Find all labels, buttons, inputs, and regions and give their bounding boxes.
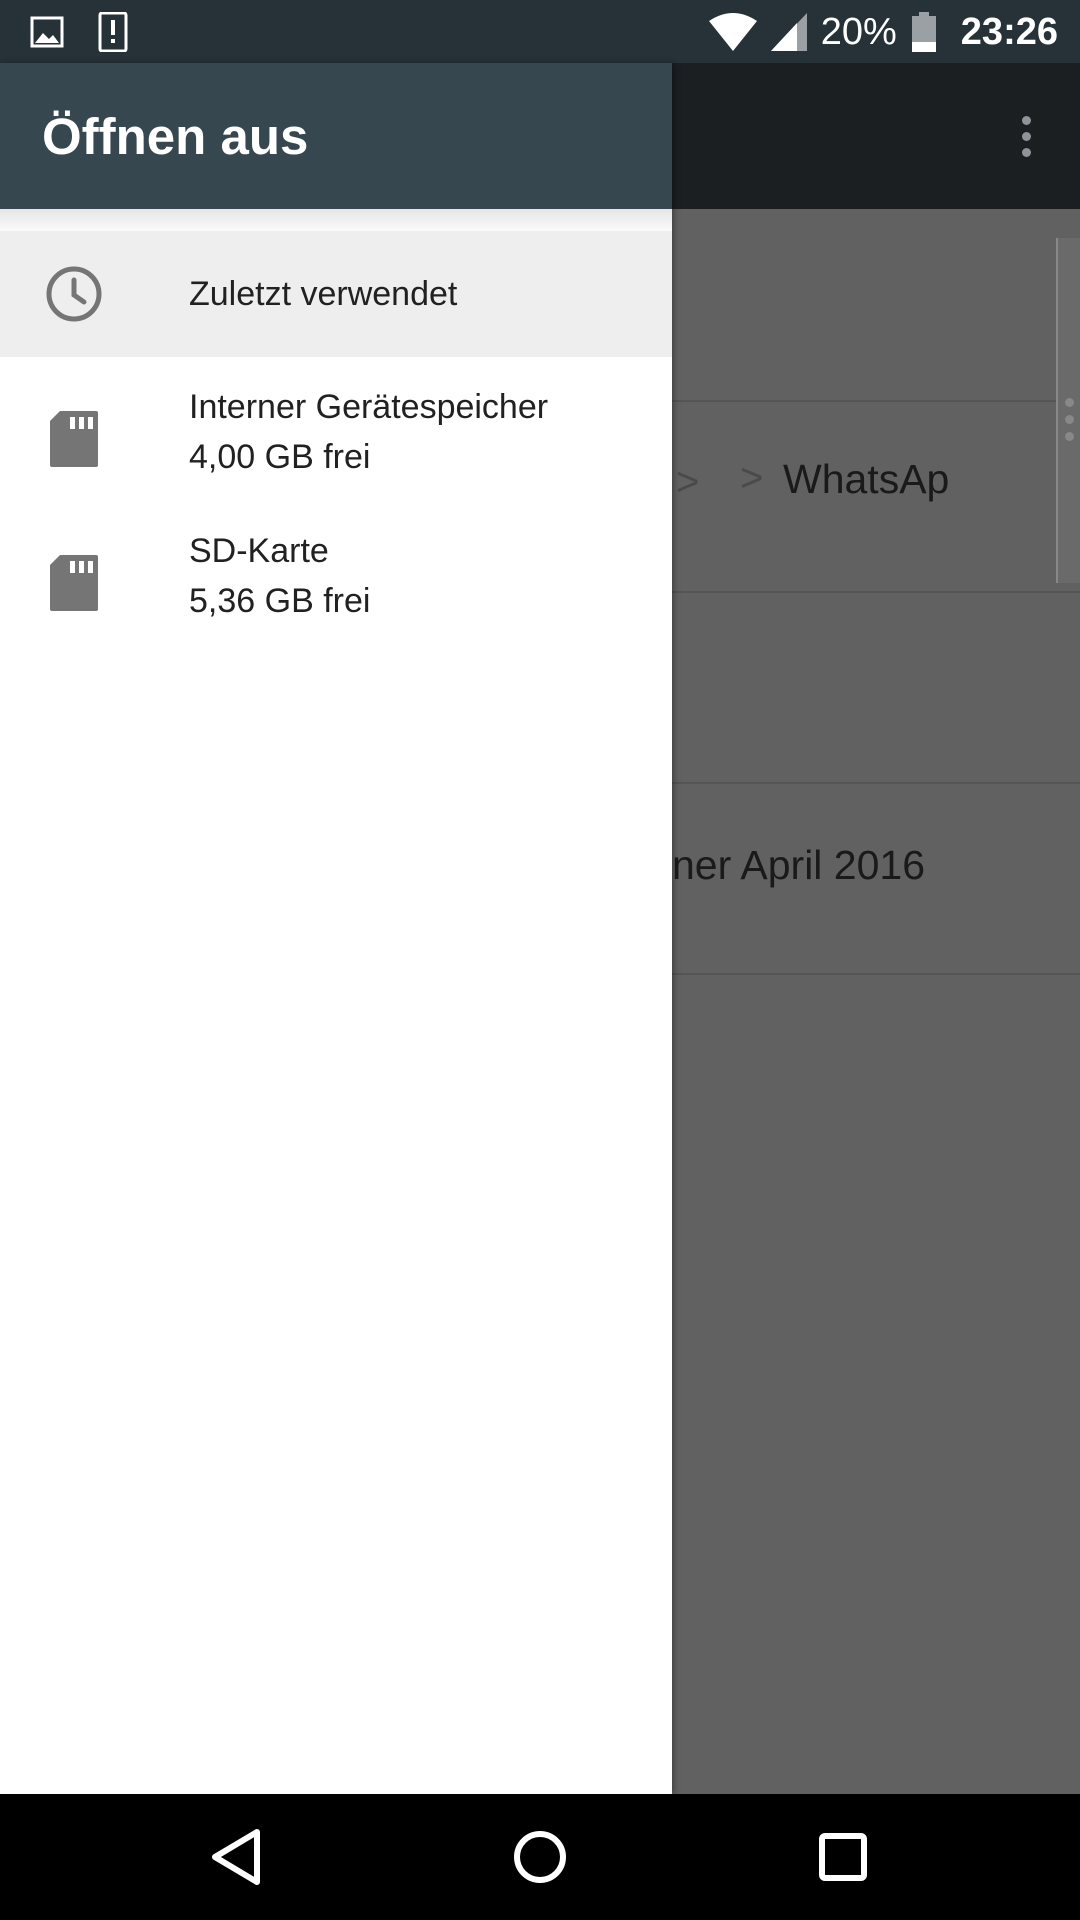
home-icon[interactable] xyxy=(500,1822,580,1892)
drawer-item-internal-storage[interactable]: Interner Gerätespeicher 4,00 GB frei xyxy=(0,368,672,508)
battery-icon xyxy=(911,12,936,52)
back-icon[interactable] xyxy=(197,1822,277,1892)
header-shadow xyxy=(0,209,672,231)
battery-percent: 20% xyxy=(820,11,897,53)
drawer-item-free-space: 4,00 GB frei xyxy=(189,438,371,476)
list-item-text: ner April 2016 xyxy=(672,842,926,888)
scroll-handle[interactable] xyxy=(1056,238,1080,583)
sd-card-icon xyxy=(50,555,98,611)
chevron-right-icon: > xyxy=(740,456,764,500)
image-notification-icon xyxy=(30,16,64,48)
drawer-item-label: Interner Gerätespeicher xyxy=(189,388,549,426)
navigation-drawer: Öffnen aus Zuletzt verwendet Interner Ge… xyxy=(0,63,672,1794)
navigation-bar xyxy=(0,1794,1080,1920)
recents-icon[interactable] xyxy=(803,1822,883,1892)
status-bar: 20% 23:26 xyxy=(0,0,1080,63)
drawer-item-recent[interactable]: Zuletzt verwendet xyxy=(0,231,672,357)
more-options-icon[interactable] xyxy=(1022,116,1032,164)
clock-icon xyxy=(46,266,102,322)
alert-notification-icon xyxy=(98,12,128,52)
breadcrumb-item[interactable]: WhatsAp xyxy=(783,456,949,503)
cell-signal-icon xyxy=(770,13,807,51)
drawer-item-sd-card[interactable]: SD-Karte 5,36 GB frei xyxy=(0,512,672,652)
sd-card-icon xyxy=(50,411,98,467)
chevron-right-icon: > xyxy=(676,460,700,504)
drawer-title: Öffnen aus xyxy=(42,108,309,165)
clock-time: 23:26 xyxy=(960,11,1058,53)
drawer-item-label: Zuletzt verwendet xyxy=(189,275,458,313)
drawer-item-free-space: 5,36 GB frei xyxy=(189,582,371,620)
wifi-icon xyxy=(708,13,757,51)
drawer-item-label: SD-Karte xyxy=(189,532,329,570)
drawer-header: Öffnen aus xyxy=(0,63,672,209)
